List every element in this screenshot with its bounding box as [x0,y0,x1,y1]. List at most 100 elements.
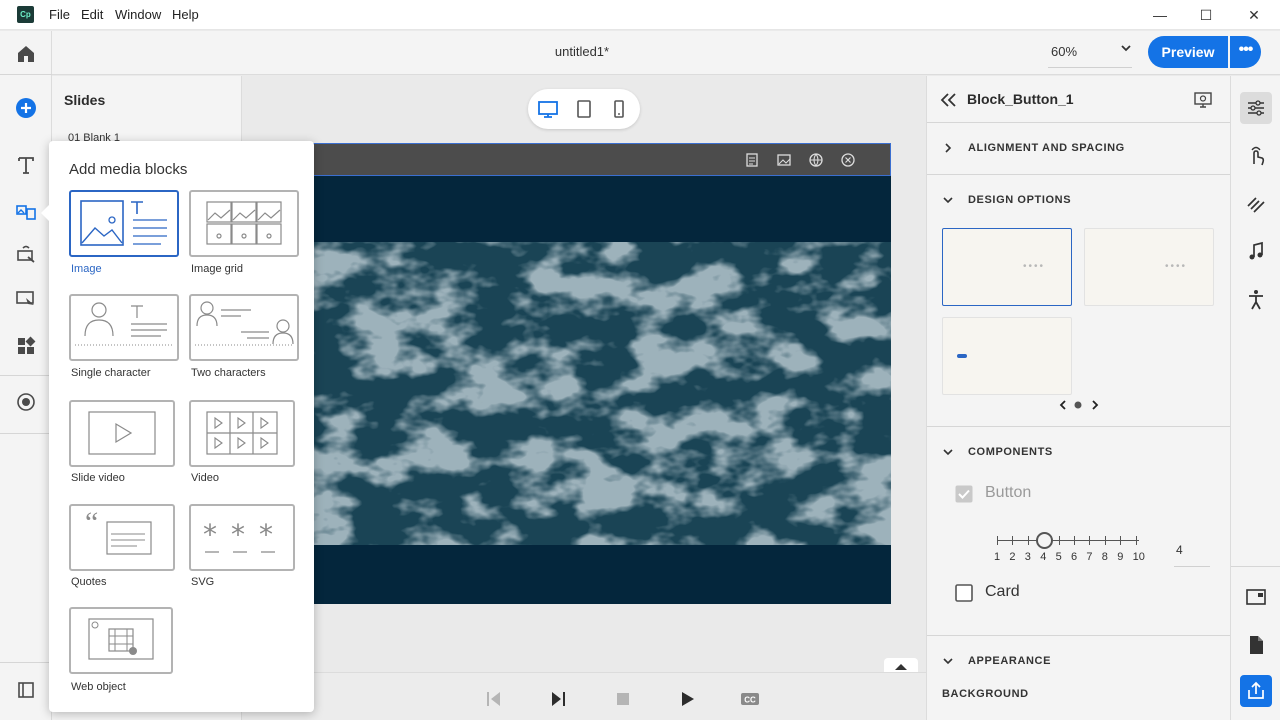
design-card-dots: •••• [1023,261,1046,272]
button-count-input[interactable]: 4 [1174,543,1210,567]
svg-text:*: * [259,518,273,551]
panel-divider [927,426,1230,427]
menu-window[interactable]: Window [115,7,161,22]
slider-tick-label: 8 [1101,551,1108,563]
menu-file[interactable]: File [49,7,70,22]
slide-properties-icon[interactable] [1244,585,1268,609]
device-preview-toggle [528,89,640,129]
image-grid-block-tile[interactable] [189,190,299,257]
background-label: BACKGROUND [942,688,1029,700]
quotes-block-tile[interactable]: “ [69,504,175,571]
slider-thumb[interactable] [1036,532,1053,549]
quiz-blocks-icon[interactable] [14,286,38,310]
design-option-card[interactable]: •••• [942,228,1072,306]
single-character-block-tile[interactable] [69,294,179,361]
button-count-slider[interactable]: 1 2 3 4 5 6 7 8 9 10 [993,530,1145,563]
assets-panel-icon[interactable] [14,678,38,702]
design-option-card[interactable]: •••• [1084,228,1214,306]
chevron-down-icon[interactable] [942,194,954,206]
two-characters-block-tile[interactable] [189,294,299,361]
svg-text:“: “ [85,506,98,539]
transcript-icon[interactable] [744,152,760,168]
document-icon[interactable] [1244,633,1268,657]
video-block-tile[interactable] [189,400,295,467]
web-object-block-tile[interactable] [69,607,173,674]
record-icon[interactable] [14,390,38,414]
design-card-dots: •••• [1165,261,1188,272]
image-icon[interactable] [776,152,792,168]
slider-tick [1120,536,1122,545]
section-appearance[interactable]: APPEARANCE [968,655,1051,667]
properties-panel-title: Block_Button_1 [967,91,1074,107]
interactions-icon[interactable] [1244,144,1268,168]
slide-header-bar[interactable] [242,143,891,176]
globe-icon[interactable] [808,152,824,168]
slider-tick [1027,536,1029,545]
chevron-down-icon[interactable] [942,655,954,667]
more-options-button[interactable]: ••• [1230,36,1261,68]
chevron-down-icon[interactable] [1120,42,1132,54]
menu-help[interactable]: Help [172,7,199,22]
svg-text:CC: CC [744,696,756,705]
text-icon[interactable] [14,153,38,177]
chevron-down-icon[interactable] [942,446,954,458]
slider-track [997,540,1139,541]
desktop-icon[interactable] [536,97,560,121]
slider-tick-label: 9 [1117,551,1124,563]
home-icon[interactable] [14,42,38,66]
section-alignment-spacing[interactable]: ALIGNMENT AND SPACING [968,142,1125,154]
close-circle-icon[interactable] [840,152,856,168]
svg-text:*: * [231,518,245,551]
collapse-left-icon[interactable] [939,90,959,110]
preview-button[interactable]: Preview [1148,36,1228,68]
toolbar-divider [0,375,52,376]
card-checkbox[interactable] [955,584,973,602]
add-media-blocks-popover: Add media blocks Image Image grid Single… [41,141,314,712]
media-blocks-icon[interactable] [14,201,38,225]
preview-block-icon[interactable] [1193,90,1213,110]
stop-icon[interactable] [614,690,632,708]
design-option-card[interactable] [942,317,1072,395]
toolbar-divider [0,74,52,75]
image-block-tile[interactable] [69,190,179,257]
button-checkbox[interactable] [955,485,973,503]
slide-video-icon [88,411,156,455]
slider-tick-label: 6 [1071,551,1078,563]
next-icon[interactable] [549,690,567,708]
minimize-button[interactable]: — [1150,5,1170,25]
close-button[interactable]: ✕ [1244,5,1264,25]
design-card-preview-bar [957,354,967,358]
publish-button[interactable] [1240,675,1272,707]
tablet-icon[interactable] [572,97,596,121]
widgets-icon[interactable] [14,334,38,358]
chevron-right-icon[interactable] [1089,399,1101,411]
audio-icon[interactable] [1244,240,1268,264]
tile-label: Web object [71,681,126,693]
slider-tick-label: 2 [1009,551,1016,563]
toolbar-divider [0,662,52,663]
accessibility-icon[interactable] [1244,288,1268,312]
single-character-icon [75,302,173,346]
tile-label: Image [71,263,102,275]
panel-divider [927,122,1230,123]
closed-captions-icon[interactable]: CC [740,690,760,708]
add-icon[interactable] [14,96,38,120]
animations-icon[interactable] [1244,192,1268,216]
mobile-icon[interactable] [607,97,631,121]
properties-tab-active[interactable] [1240,92,1272,124]
toolbar-divider [0,433,52,434]
interactive-blocks-icon[interactable] [14,243,38,267]
slide-video-block-tile[interactable] [69,400,175,467]
tile-label: Two characters [191,367,266,379]
section-design-options[interactable]: DESIGN OPTIONS [968,194,1071,206]
slider-tick-label: 5 [1055,551,1062,563]
menu-edit[interactable]: Edit [81,7,103,22]
section-components[interactable]: COMPONENTS [968,446,1053,458]
play-icon[interactable] [678,690,696,708]
chevron-right-icon[interactable] [942,142,954,154]
svg-block-tile[interactable]: * * * [189,504,295,571]
previous-icon[interactable] [485,690,503,708]
slide-background-image [242,242,891,545]
maximize-button[interactable]: ☐ [1196,5,1216,25]
chevron-left-icon[interactable] [1057,399,1069,411]
